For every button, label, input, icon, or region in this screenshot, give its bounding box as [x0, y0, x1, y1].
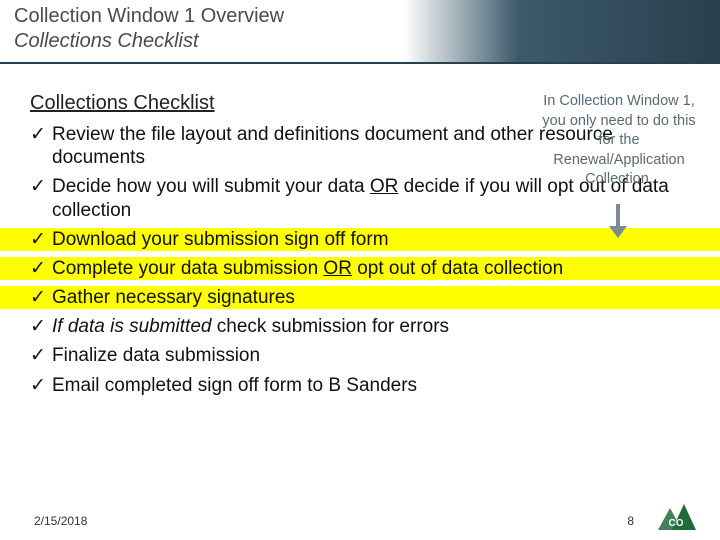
- item-text: Decide how you will submit your data: [52, 176, 370, 197]
- item-text: Complete your data submission: [52, 258, 323, 279]
- callout-note: In Collection Window 1, you only need to…: [534, 92, 704, 190]
- item-text-underline: OR: [323, 258, 352, 279]
- item-text: opt out of data collection: [352, 258, 563, 279]
- callout-line: Collection.: [534, 170, 704, 190]
- logo-icon: CO: [650, 500, 702, 532]
- item-text: Finalize data submission: [52, 345, 260, 366]
- list-item-highlighted: ✓ Gather necessary signatures: [0, 286, 720, 309]
- check-icon: ✓: [30, 344, 46, 367]
- check-icon: ✓: [30, 257, 46, 280]
- item-text-italic: If data is submitted: [52, 316, 211, 337]
- check-icon: ✓: [30, 315, 46, 338]
- list-item-highlighted: ✓ Complete your data submission OR opt o…: [0, 257, 720, 280]
- check-icon: ✓: [30, 123, 46, 146]
- item-text: Review the file layout and definitions d…: [52, 124, 613, 168]
- item-text: Email completed sign off form to B Sande…: [52, 375, 417, 396]
- list-item: ✓ If data is submitted check submission …: [30, 315, 710, 338]
- item-text: check submission for errors: [211, 316, 449, 337]
- callout-line: In Collection Window 1,: [534, 92, 704, 112]
- footer-date: 2/15/2018: [34, 514, 87, 528]
- slide-title: Collection Window 1 Overview: [14, 4, 720, 29]
- item-text: Gather necessary signatures: [52, 287, 295, 308]
- list-item: ✓ Email completed sign off form to B San…: [30, 374, 710, 397]
- check-icon: ✓: [30, 175, 46, 198]
- slide-subtitle: Collections Checklist: [14, 29, 720, 54]
- check-icon: ✓: [30, 374, 46, 397]
- callout-line: for the: [534, 131, 704, 151]
- list-item: ✓ Finalize data submission: [30, 344, 710, 367]
- callout-line: Renewal/Application: [534, 151, 704, 171]
- item-text: Download your submission sign off form: [52, 229, 389, 250]
- item-text-underline: OR: [370, 176, 399, 197]
- footer: 2/15/2018 8 CO: [0, 502, 720, 532]
- slide: Collection Window 1 Overview Collections…: [0, 0, 720, 540]
- svg-text:CO: CO: [669, 518, 684, 529]
- callout-line: you only need to do this: [534, 112, 704, 132]
- arrow-down-icon: [611, 204, 625, 238]
- header-band: Collection Window 1 Overview Collections…: [0, 0, 720, 62]
- page-number: 8: [627, 514, 634, 528]
- check-icon: ✓: [30, 228, 46, 251]
- check-icon: ✓: [30, 286, 46, 309]
